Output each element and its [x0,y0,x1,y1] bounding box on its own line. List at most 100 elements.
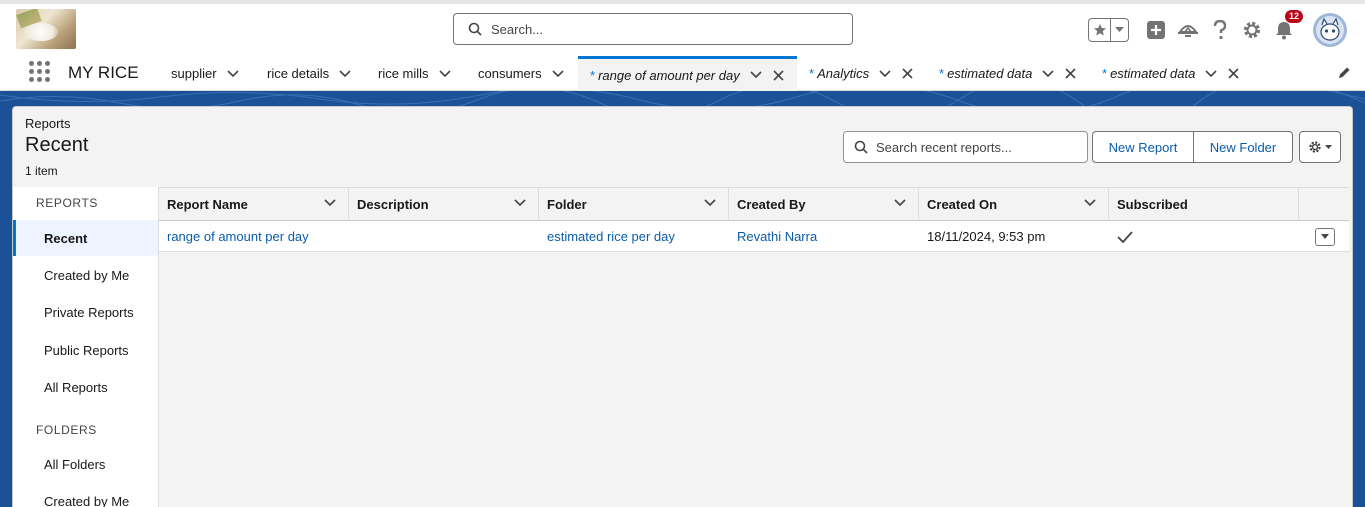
nav-item-label: consumers [478,66,542,81]
nav-item-supplier[interactable]: supplier [171,56,239,91]
table-row: range of amount per day estimated rice p… [159,221,1349,252]
nav-item-rice-mills[interactable]: rice mills [378,56,451,91]
chevron-down-icon[interactable] [226,69,239,78]
reports-sidebar: REPORTS Recent Created by Me Private Rep… [13,187,159,507]
chevron-down-icon[interactable] [1205,69,1217,78]
sidebar-heading-folders: FOLDERS [36,423,97,437]
chevron-down-icon[interactable] [1111,27,1128,33]
sidebar-item-all-folders[interactable]: All Folders [13,446,158,482]
row-actions-button[interactable] [1315,228,1335,246]
sidebar-heading-reports: REPORTS [36,196,98,210]
tab-label: estimated data [947,66,1033,81]
table-header-row: Report Name Description Folder Created B… [159,187,1349,221]
chevron-down-icon [1325,144,1332,149]
chevron-down-icon[interactable] [894,199,906,207]
subscribed-cell [1109,221,1299,252]
sidebar-item-recent[interactable]: Recent [13,220,158,256]
column-header-label: Created On [927,197,998,212]
unsaved-marker: * [590,67,596,83]
nav-item-label: supplier [171,66,217,81]
chevron-down-icon[interactable] [704,199,716,207]
recent-reports-search-input[interactable]: Search recent reports... [843,131,1088,163]
nav-item-label: rice mills [378,66,429,81]
report-description [349,221,539,252]
column-header-created-by[interactable]: Created By [729,188,919,221]
search-icon [854,140,868,154]
breadcrumb: Reports [25,116,71,131]
sidebar-item-all-reports[interactable]: All Reports [13,369,158,405]
chevron-down-icon[interactable] [552,69,564,78]
chevron-down-icon[interactable] [514,199,526,207]
tab-estimated-data-2[interactable]: * estimated data [1102,56,1239,91]
close-icon[interactable] [1065,68,1076,79]
setup-gear-icon[interactable] [1241,19,1263,41]
sidebar-item-created-by-me[interactable]: Created by Me [13,257,158,293]
close-icon[interactable] [1228,68,1239,79]
close-icon[interactable] [773,69,784,81]
column-header-label: Created By [737,197,806,212]
nav-item-consumers[interactable]: consumers [478,56,564,91]
reports-list-card: Reports Recent 1 item Search recent repo… [12,106,1353,507]
nav-item-label: rice details [267,66,330,81]
tab-label: Analytics [817,66,870,81]
column-header-report-name[interactable]: Report Name [159,188,349,221]
column-header-subscribed[interactable]: Subscribed [1109,188,1299,221]
report-name-link[interactable]: range of amount per day [159,221,349,252]
close-icon[interactable] [902,68,913,79]
add-icon[interactable] [1145,19,1167,41]
new-folder-button[interactable]: New Folder [1194,131,1293,163]
app-name: MY RICE [68,63,139,82]
unsaved-marker: * [809,66,815,81]
notification-badge: 12 [1284,10,1303,23]
checkmark-icon [1117,230,1133,243]
column-header-description[interactable]: Description [349,188,539,221]
created-by-link[interactable]: Revathi Narra [729,221,919,252]
bell-icon[interactable]: 12 [1273,10,1303,41]
sidebar-item-public-reports[interactable]: Public Reports [13,332,158,368]
column-header-label: Subscribed [1117,197,1188,212]
column-header-label: Folder [547,197,587,212]
edit-nav-pencil-icon[interactable] [1337,66,1351,80]
global-search-placeholder: Search... [491,21,544,37]
trailhead-icon[interactable] [1177,19,1199,41]
list-settings-button[interactable] [1299,131,1341,163]
app-nav-bar: MY RICE supplier rice details rice mills… [0,56,1365,91]
chevron-down-icon[interactable] [324,199,336,207]
nav-item-rice-details[interactable]: rice details [267,56,351,91]
app-launcher-icon[interactable] [29,61,51,83]
tab-range-of-amount-per-day[interactable]: * range of amount per day [578,56,797,91]
org-logo[interactable] [16,9,76,49]
gear-icon [1309,141,1321,153]
item-count: 1 item [25,164,58,178]
column-header-created-on[interactable]: Created On [919,188,1109,221]
chevron-down-icon [1321,234,1329,239]
chevron-down-icon[interactable] [879,69,891,78]
favorites-button[interactable] [1088,18,1129,42]
column-header-folder[interactable]: Folder [539,188,729,221]
recent-reports-search-placeholder: Search recent reports... [876,139,1012,155]
folder-link[interactable]: estimated rice per day [539,221,729,252]
column-header-label: Description [357,197,429,212]
help-icon[interactable] [1209,19,1231,41]
list-actions: New Report New Folder [1092,131,1293,163]
global-search-input[interactable]: Search... [453,13,853,45]
unsaved-marker: * [939,66,945,81]
header-utility-icons: 12 [1088,10,1347,48]
chevron-down-icon[interactable] [1042,69,1054,78]
tab-estimated-data[interactable]: * estimated data [939,56,1076,91]
chevron-down-icon[interactable] [438,69,451,78]
chevron-down-icon[interactable] [1084,199,1096,207]
search-icon [468,22,482,36]
sidebar-item-private-reports[interactable]: Private Reports [13,294,158,330]
chevron-down-icon[interactable] [339,69,351,78]
unsaved-marker: * [1102,66,1108,81]
sidebar-item-folders-created-by-me[interactable]: Created by Me [13,483,158,507]
created-on-value: 18/11/2024, 9:53 pm [927,229,1046,244]
new-report-button[interactable]: New Report [1092,131,1194,163]
tab-analytics[interactable]: * Analytics [809,56,913,91]
avatar[interactable] [1313,13,1347,47]
tab-label: estimated data [1110,66,1196,81]
star-icon[interactable] [1089,19,1111,41]
global-header: Search... 12 [0,0,1365,56]
chevron-down-icon[interactable] [750,71,762,79]
